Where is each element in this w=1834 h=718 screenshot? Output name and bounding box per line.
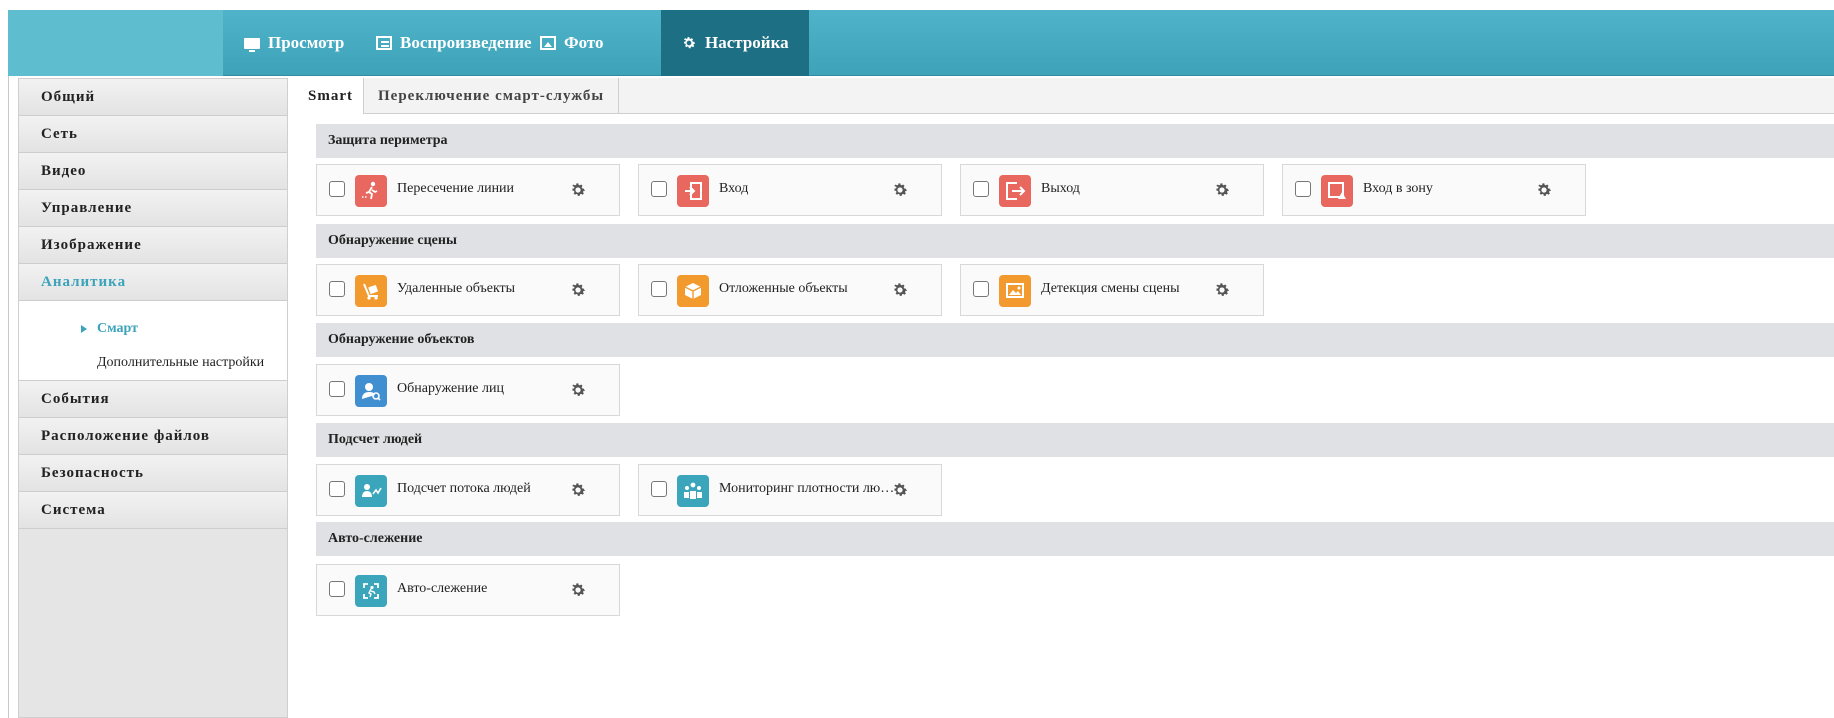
- sidebar-submenu-analytics: Смарт Дополнительные настройки: [19, 301, 287, 381]
- nav-item-label: Воспроизведение: [400, 33, 532, 52]
- exit-icon: [999, 175, 1031, 207]
- section-header-perimeter: Защита периметра: [316, 124, 1834, 158]
- tab-bar: Smart Переключение смарт-службы: [298, 78, 1834, 114]
- top-bar-left-strip: [8, 10, 223, 76]
- content-area: Smart Переключение смарт-службы Защита п…: [298, 78, 1834, 718]
- smart-card-label: Вход в зону: [1363, 181, 1433, 196]
- sidebar-item-file-location[interactable]: Расположение файлов: [19, 418, 287, 455]
- nav-item-photo[interactable]: Фото: [540, 10, 604, 76]
- sidebar-item-video[interactable]: Видео: [19, 153, 287, 190]
- sidebar-item-network[interactable]: Сеть: [19, 116, 287, 153]
- gear-icon[interactable]: [891, 181, 909, 199]
- smart-card-label: Обнаружение лиц: [397, 381, 504, 396]
- sidebar-item-system[interactable]: Система: [19, 492, 287, 529]
- smart-card-zone-entry: Вход в зону: [1282, 164, 1586, 216]
- nav-item-label: Просмотр: [268, 33, 345, 52]
- enable-checkbox[interactable]: [329, 281, 345, 297]
- sidebar-item-image[interactable]: Изображение: [19, 227, 287, 264]
- nav-item-settings[interactable]: Настройка: [661, 10, 809, 76]
- top-navigation-bar: Просмотр Воспроизведение Фото Настройка: [8, 10, 1834, 76]
- crowd-density-icon: [677, 475, 709, 507]
- removed-objects-icon: [355, 275, 387, 307]
- section-header-people-counting: Подсчет людей: [316, 423, 1834, 457]
- sidebar-item-events[interactable]: События: [19, 381, 287, 418]
- people-counting-icon: [355, 475, 387, 507]
- gear-icon[interactable]: [569, 481, 587, 499]
- sidebar-subitem-advanced-settings[interactable]: Дополнительные настройки: [97, 355, 264, 371]
- tab-smart[interactable]: Smart: [298, 78, 364, 114]
- monitor-icon: [244, 37, 260, 52]
- sidebar-item-security[interactable]: Безопасность: [19, 455, 287, 492]
- sidebar-item-control[interactable]: Управление: [19, 190, 287, 227]
- app-window: Просмотр Воспроизведение Фото Настройка …: [0, 0, 1834, 718]
- gear-icon[interactable]: [569, 181, 587, 199]
- smart-card-label: Вход: [719, 181, 749, 196]
- gear-icon[interactable]: [569, 281, 587, 299]
- enable-checkbox[interactable]: [973, 181, 989, 197]
- smart-card-label: Подсчет потока людей: [397, 481, 531, 496]
- section-header-auto-tracking: Авто-слежение: [316, 522, 1834, 556]
- face-detection-icon: [355, 375, 387, 407]
- settings-sidebar: Общий Сеть Видео Управление Изображение …: [18, 78, 288, 718]
- smart-card-label: Отложенные объекты: [719, 281, 848, 296]
- sidebar-subitem-smart[interactable]: Смарт: [97, 321, 138, 337]
- line-crossing-icon: [355, 175, 387, 207]
- smart-card-label: Мониторинг плотности лю…: [719, 481, 895, 496]
- nav-item-label: Фото: [564, 33, 604, 52]
- enable-checkbox[interactable]: [973, 281, 989, 297]
- playback-icon: [376, 36, 392, 50]
- left-objects-icon: [677, 275, 709, 307]
- gear-icon: [683, 37, 696, 49]
- smart-card-exit: Выход: [960, 164, 1264, 216]
- enter-icon: [677, 175, 709, 207]
- smart-card-auto-tracking: Авто-слежение: [316, 564, 620, 616]
- enable-checkbox[interactable]: [651, 481, 667, 497]
- gear-icon[interactable]: [891, 481, 909, 499]
- enable-checkbox[interactable]: [651, 281, 667, 297]
- enable-checkbox[interactable]: [329, 581, 345, 597]
- section-header-object-detection: Обнаружение объектов: [316, 323, 1834, 357]
- smart-card-label: Авто-слежение: [397, 581, 488, 596]
- smart-card-label: Детекция смены сцены: [1041, 281, 1180, 296]
- nav-item-label: Настройка: [705, 33, 789, 52]
- enable-checkbox[interactable]: [329, 481, 345, 497]
- enable-checkbox[interactable]: [329, 381, 345, 397]
- zone-entry-icon: [1321, 175, 1353, 207]
- tab-smart-service-switch[interactable]: Переключение смарт-службы: [364, 78, 620, 114]
- gear-icon[interactable]: [1213, 181, 1231, 199]
- smart-card-left-objects: Отложенные объекты: [638, 264, 942, 316]
- gear-icon[interactable]: [891, 281, 909, 299]
- enable-checkbox[interactable]: [1295, 181, 1311, 197]
- scene-change-icon: [999, 275, 1031, 307]
- enable-checkbox[interactable]: [329, 181, 345, 197]
- enable-checkbox[interactable]: [651, 181, 667, 197]
- caret-right-icon: [81, 325, 87, 333]
- auto-tracking-icon: [355, 575, 387, 607]
- gear-icon[interactable]: [569, 381, 587, 399]
- smart-card-people-counting: Подсчет потока людей: [316, 464, 620, 516]
- smart-card-label: Выход: [1041, 181, 1080, 196]
- gear-icon[interactable]: [569, 581, 587, 599]
- smart-card-label: Пересечение линии: [397, 181, 515, 196]
- smart-card-scene-change: Детекция смены сцены: [960, 264, 1264, 316]
- sidebar-item-analytics[interactable]: Аналитика: [19, 264, 287, 301]
- smart-card-label: Удаленные объекты: [397, 281, 516, 296]
- section-header-scene-detection: Обнаружение сцены: [316, 224, 1834, 258]
- smart-card-enter: Вход: [638, 164, 942, 216]
- smart-card-removed-objects: Удаленные объекты: [316, 264, 620, 316]
- smart-card-crowd-density: Мониторинг плотности лю…: [638, 464, 942, 516]
- photo-icon: [540, 36, 556, 50]
- nav-item-preview[interactable]: Просмотр: [244, 10, 344, 76]
- nav-item-playback[interactable]: Воспроизведение: [376, 10, 532, 76]
- gear-icon[interactable]: [1535, 181, 1553, 199]
- gear-icon[interactable]: [1213, 281, 1231, 299]
- smart-card-face-detection: Обнаружение лиц: [316, 364, 620, 416]
- sidebar-item-general[interactable]: Общий: [19, 79, 287, 116]
- smart-card-line-crossing: Пересечение линии: [316, 164, 620, 216]
